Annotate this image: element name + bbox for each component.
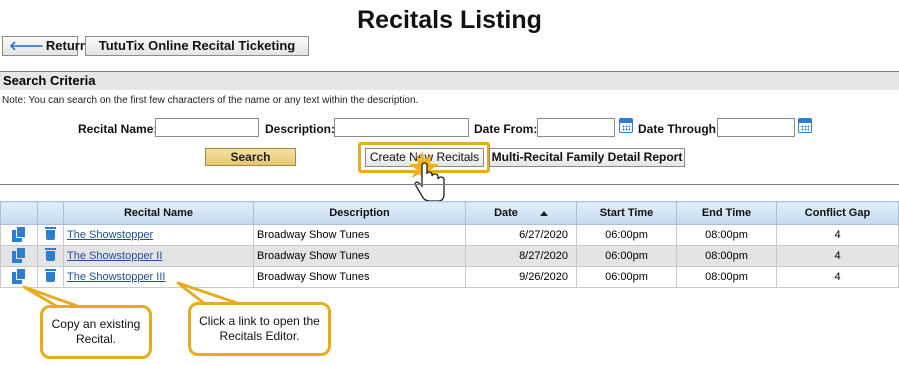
callout-copy: Copy an existing Recital. [40,305,152,359]
callout-link: Click a link to open the Recitals Editor… [188,302,331,356]
